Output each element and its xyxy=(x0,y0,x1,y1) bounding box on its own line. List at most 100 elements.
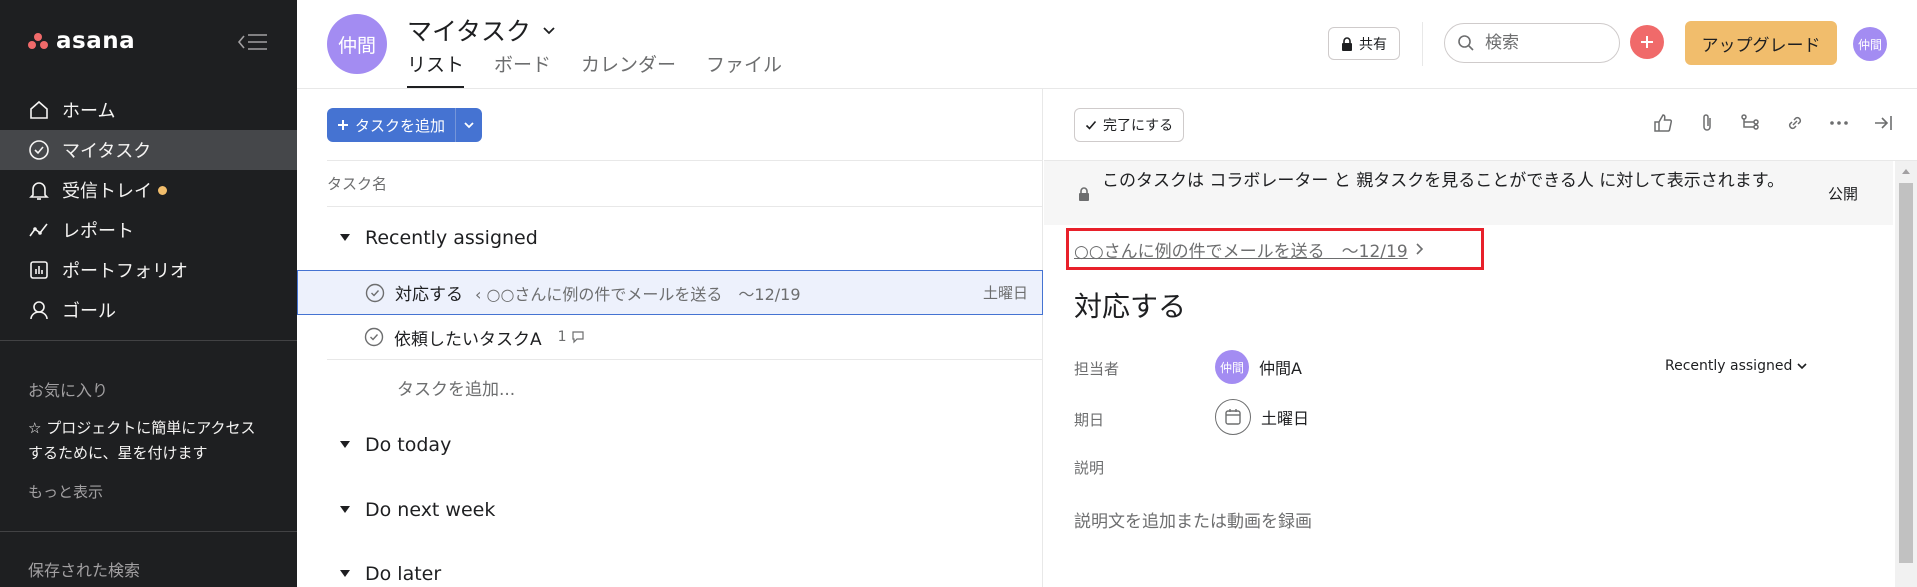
add-task-dropdown[interactable] xyxy=(455,108,482,142)
search-input[interactable] xyxy=(1485,33,1605,53)
section-do-today[interactable]: Do today xyxy=(339,434,451,456)
parent-task-crumb[interactable]: ‹ ○○さんに例の件でメールを送る ～12/19 xyxy=(475,281,801,305)
share-button[interactable]: 共有 xyxy=(1328,27,1400,60)
task-name: 対応する xyxy=(395,285,463,305)
task-due-date: 土曜日 xyxy=(982,284,1028,302)
scroll-up-arrow-icon[interactable] xyxy=(1901,167,1911,175)
portfolio-icon xyxy=(30,261,48,279)
calendar-icon[interactable] xyxy=(1215,399,1251,435)
sidebar-divider xyxy=(0,340,297,341)
view-tabs: リスト ボード カレンダー ファイル xyxy=(407,50,782,88)
sidebar: asana ホーム マイタスク 受信トレイ レポート ポートフォリオ ゴール お… xyxy=(0,0,297,587)
saved-searches-title[interactable]: 保存された検索 xyxy=(28,557,140,581)
mark-complete-label: 完了にする xyxy=(1103,118,1174,134)
chevron-down-icon xyxy=(464,122,474,129)
close-pane-icon[interactable] xyxy=(1871,111,1895,135)
sidebar-item-goals[interactable]: ゴール xyxy=(0,290,297,330)
section-selector[interactable]: Recently assigned xyxy=(1665,358,1808,374)
user-avatar[interactable]: 仲間 xyxy=(1853,27,1887,61)
due-date-value: 土曜日 xyxy=(1261,409,1310,428)
add-task-button[interactable]: タスクを追加 xyxy=(327,108,455,142)
sidebar-item-reports[interactable]: レポート xyxy=(0,210,297,250)
check-icon xyxy=(1085,120,1097,130)
favorites-title: お気に入り xyxy=(28,381,109,400)
description-input[interactable]: 説明文を追加または動画を録画 xyxy=(1074,507,1312,532)
plus-icon xyxy=(1641,36,1653,48)
mark-complete-button[interactable]: 完了にする xyxy=(1074,108,1185,142)
page-title[interactable]: マイタスク xyxy=(407,12,557,48)
chevron-down-icon xyxy=(543,27,555,35)
asana-logo[interactable]: asana xyxy=(28,28,135,54)
more-icon[interactable] xyxy=(1827,111,1851,135)
task-row[interactable]: 依頼したいタスクA 1 xyxy=(327,315,1043,360)
detail-toolbar xyxy=(1651,111,1895,135)
bell-icon xyxy=(29,182,49,200)
section-do-later[interactable]: Do later xyxy=(339,563,441,585)
project-avatar: 仲間 xyxy=(327,14,387,74)
check-circle-icon[interactable] xyxy=(365,283,385,303)
tab-calendar[interactable]: カレンダー xyxy=(581,50,676,88)
parent-task-link[interactable]: ○○さんに例の件でメールを送る ～12/19 xyxy=(1066,228,1484,270)
add-task-inline[interactable]: タスクを追加... xyxy=(397,375,515,400)
chevron-down-icon xyxy=(1797,363,1807,370)
assignee-name: 仲間A xyxy=(1259,359,1302,378)
section-do-next-week[interactable]: Do next week xyxy=(339,499,495,521)
attachment-icon[interactable] xyxy=(1695,111,1719,135)
parent-task-name: ○○さんに例の件でメールを送る ～12/19 xyxy=(486,284,801,304)
like-icon[interactable] xyxy=(1651,111,1675,135)
share-button-label: 共有 xyxy=(1359,36,1387,53)
task-detail-pane: 完了にする このタスクは コラボレーター と 親タスクを見ることができる人 に対… xyxy=(1044,89,1917,587)
section-selector-label: Recently assigned xyxy=(1665,358,1793,374)
add-task-label: タスクを追加 xyxy=(355,116,446,135)
quick-add-button[interactable] xyxy=(1630,25,1664,59)
scrollbar-thumb[interactable] xyxy=(1899,183,1913,563)
upgrade-button[interactable]: アップグレード xyxy=(1685,21,1837,65)
sidebar-item-home[interactable]: ホーム xyxy=(0,90,297,130)
add-task-button-group: タスクを追加 xyxy=(327,108,483,142)
sidebar-item-label: ホーム xyxy=(62,101,116,122)
sidebar-item-label: マイタスク xyxy=(62,141,152,162)
task-title[interactable]: 対応する xyxy=(1074,285,1186,325)
section-title: Do next week xyxy=(365,499,496,521)
favorites-hint: ☆ プロジェクトに簡単にアクセスするために、星を付けます xyxy=(28,419,256,462)
page-title-text: マイタスク xyxy=(407,17,532,46)
sidebar-item-label: 受信トレイ xyxy=(62,181,152,202)
tab-files[interactable]: ファイル xyxy=(706,50,782,88)
search-icon xyxy=(1458,35,1474,51)
sidebar-divider xyxy=(0,531,297,532)
collapse-sidebar-icon[interactable] xyxy=(236,30,270,54)
asana-logo-icon xyxy=(28,33,48,49)
privacy-banner: このタスクは コラボレーター と 親タスクを見ることができる人 に対して表示され… xyxy=(1044,161,1893,225)
show-more-link[interactable]: もっと表示 xyxy=(28,481,103,502)
column-header-task-name[interactable]: タスク名 xyxy=(327,160,1043,207)
tab-list[interactable]: リスト xyxy=(407,50,465,88)
privacy-public-button[interactable]: 公開 xyxy=(1828,183,1858,204)
privacy-text: このタスクは コラボレーター と 親タスクを見ることができる人 に対して表示され… xyxy=(1102,171,1785,191)
sidebar-item-label: レポート xyxy=(62,221,134,242)
asana-logo-text: asana xyxy=(56,28,136,54)
plus-icon xyxy=(338,120,348,130)
task-row[interactable]: 対応する ‹ ○○さんに例の件でメールを送る ～12/19 土曜日 xyxy=(297,270,1043,315)
reports-icon xyxy=(29,223,48,237)
due-date-field[interactable]: 土曜日 xyxy=(1215,399,1309,435)
check-circle-icon[interactable] xyxy=(364,327,384,347)
detail-scrollbar[interactable] xyxy=(1895,161,1917,587)
subtask-icon[interactable] xyxy=(1739,111,1763,135)
assignee-field[interactable]: 仲間 仲間A xyxy=(1215,350,1302,384)
caret-down-icon xyxy=(340,441,350,448)
assignee-avatar[interactable]: 仲間 xyxy=(1215,350,1249,384)
sidebar-item-portfolios[interactable]: ポートフォリオ xyxy=(0,250,297,290)
parent-task-link-text: ○○さんに例の件でメールを送る ～12/19 xyxy=(1074,241,1408,262)
link-icon[interactable] xyxy=(1783,111,1807,135)
home-icon xyxy=(30,100,48,119)
tab-board[interactable]: ボード xyxy=(494,50,551,88)
comment-count[interactable]: 1 xyxy=(558,329,585,345)
section-recently-assigned[interactable]: Recently assigned xyxy=(339,227,538,249)
description-label: 説明 xyxy=(1074,459,1105,477)
search-box[interactable] xyxy=(1444,23,1620,63)
sidebar-item-inbox[interactable]: 受信トレイ xyxy=(0,170,297,210)
goal-icon xyxy=(30,301,48,320)
sidebar-item-my-tasks[interactable]: マイタスク xyxy=(0,130,297,170)
sidebar-nav: ホーム マイタスク 受信トレイ レポート ポートフォリオ ゴール xyxy=(0,90,297,330)
section-title: Do today xyxy=(365,434,452,456)
